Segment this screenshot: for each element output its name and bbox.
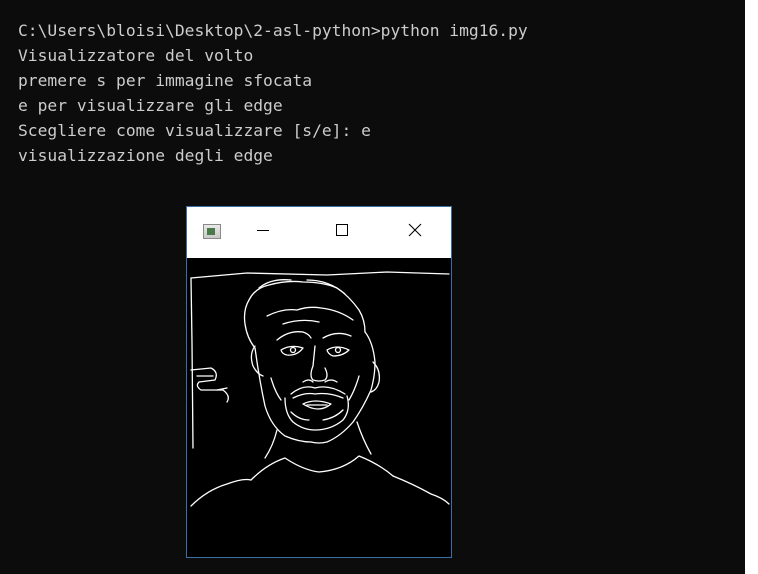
minimize-icon xyxy=(257,230,269,231)
console-line: Visualizzatore del volto xyxy=(18,46,254,65)
close-icon xyxy=(408,223,422,237)
maximize-icon xyxy=(336,224,348,236)
console-line-prompt: Scegliere come visualizzare [s/e]: e xyxy=(18,121,371,140)
minimize-button[interactable] xyxy=(240,207,286,253)
console-line: visualizzazione degli edge xyxy=(18,146,273,165)
console-line: e per visualizzare gli edge xyxy=(18,96,283,115)
console-line-command: C:\Users\bloisi\Desktop\2-asl-python>pyt… xyxy=(18,21,528,40)
app-window-icon[interactable] xyxy=(203,224,221,239)
window-titlebar[interactable] xyxy=(187,207,451,258)
close-button[interactable] xyxy=(392,207,438,253)
console-line: premere s per immagine sfocata xyxy=(18,71,313,90)
image-window[interactable] xyxy=(186,206,452,558)
console-output: C:\Users\bloisi\Desktop\2-asl-python>pyt… xyxy=(18,18,528,168)
edge-face-image xyxy=(190,271,450,507)
maximize-button[interactable] xyxy=(319,207,365,253)
image-content xyxy=(187,258,451,557)
